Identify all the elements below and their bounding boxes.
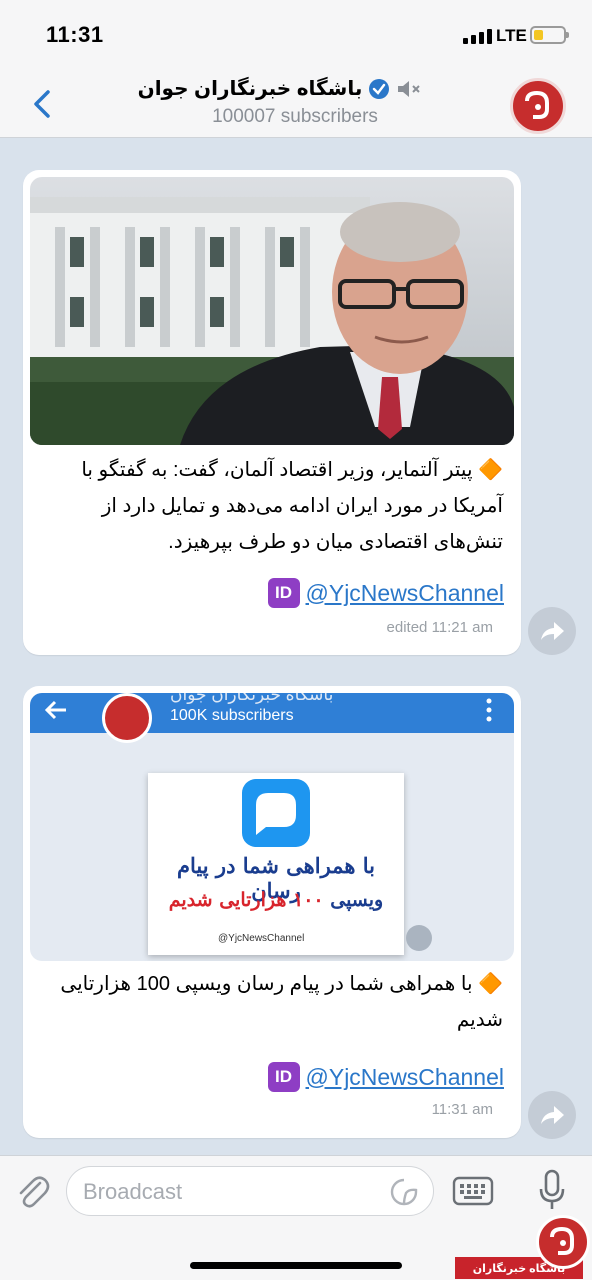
broadcast-input[interactable]: Broadcast — [66, 1166, 434, 1216]
chevron-left-icon — [34, 90, 50, 118]
message-text: 🔶 با همراهی شما در پیام رسان ویسپی 100 ه… — [60, 973, 503, 1031]
channel-tag[interactable]: ID @YjcNewsChannel — [267, 578, 505, 608]
watermark-logo-icon — [536, 1215, 590, 1269]
back-button[interactable] — [28, 86, 58, 122]
chat-header: باشگاه خبرنگاران جوان 100007 subscribers — [0, 70, 592, 138]
channel-title: باشگاه خبرنگاران جوان — [137, 78, 363, 100]
status-time: 11:31 — [46, 22, 104, 47]
battery-icon — [530, 26, 569, 44]
message-text: 🔶 پیتر آلتمایر، وزیر اقتصاد آلمان، گفت: … — [81, 459, 503, 553]
message-time: 11:31 am — [431, 1101, 493, 1118]
sticker-icon[interactable] — [389, 1177, 419, 1207]
brand-logo-icon — [525, 90, 549, 119]
channel-tag[interactable]: ID @YjcNewsChannel — [267, 1062, 505, 1092]
channel-tag-link[interactable]: @YjcNewsChannel — [306, 1064, 505, 1091]
app-logo-icon — [242, 779, 310, 847]
message-bubble[interactable]: باشگاه خبرنگاران جوان 100K subscribers ب… — [23, 686, 521, 1138]
embedded-subscribers: 100K subscribers — [170, 707, 294, 724]
microphone-icon[interactable] — [538, 1169, 566, 1211]
subscriber-count: 100007 subscribers — [212, 106, 378, 127]
status-bar: 11:31 LTE — [0, 0, 592, 70]
photo-image — [30, 177, 514, 445]
announcement-photo[interactable]: باشگاه خبرنگاران جوان 100K subscribers ب… — [30, 693, 514, 961]
embedded-channel-name: باشگاه خبرنگاران جوان — [170, 693, 334, 704]
verified-icon — [369, 78, 390, 99]
share-arrow-icon — [541, 622, 564, 640]
share-arrow-icon — [541, 1106, 564, 1124]
embedded-avatar — [102, 693, 152, 743]
channel-avatar[interactable] — [510, 78, 566, 134]
embedded-back-icon — [44, 700, 66, 720]
share-button[interactable] — [528, 1091, 576, 1139]
card-tag: @YjcNewsChannel — [218, 933, 305, 944]
channel-title-row[interactable]: باشگاه خبرنگاران جوان — [120, 76, 440, 101]
card-line-3: ۱۰۰ هزارتایی شدیم — [168, 889, 324, 911]
broadcast-placeholder: Broadcast — [83, 1179, 183, 1204]
announcement-card: با همراهی شما در پیام رسان ویسپی ۱۰۰ هزا… — [148, 773, 404, 955]
share-button[interactable] — [528, 607, 576, 655]
muted-icon — [398, 80, 421, 97]
id-icon: ID — [267, 1062, 300, 1092]
channel-tag-link[interactable]: @YjcNewsChannel — [306, 580, 505, 607]
home-indicator — [190, 1262, 402, 1269]
signal-icon — [463, 28, 492, 44]
embedded-share-icon — [406, 925, 432, 951]
message-time: edited 11:21 am — [386, 619, 493, 636]
network-label: LTE — [496, 26, 527, 45]
paperclip-icon[interactable] — [14, 1171, 50, 1211]
embedded-menu-icon — [486, 698, 492, 722]
news-photo[interactable] — [30, 177, 514, 445]
keyboard-icon[interactable] — [452, 1176, 494, 1206]
card-line-2: ویسپی — [330, 889, 384, 911]
card-line-2-row: ویسپی ۱۰۰ هزارتایی شدیم — [152, 889, 400, 911]
id-icon: ID — [267, 578, 300, 608]
message-bubble[interactable]: 🔶 پیتر آلتمایر، وزیر اقتصاد آلمان، گفت: … — [23, 170, 521, 655]
